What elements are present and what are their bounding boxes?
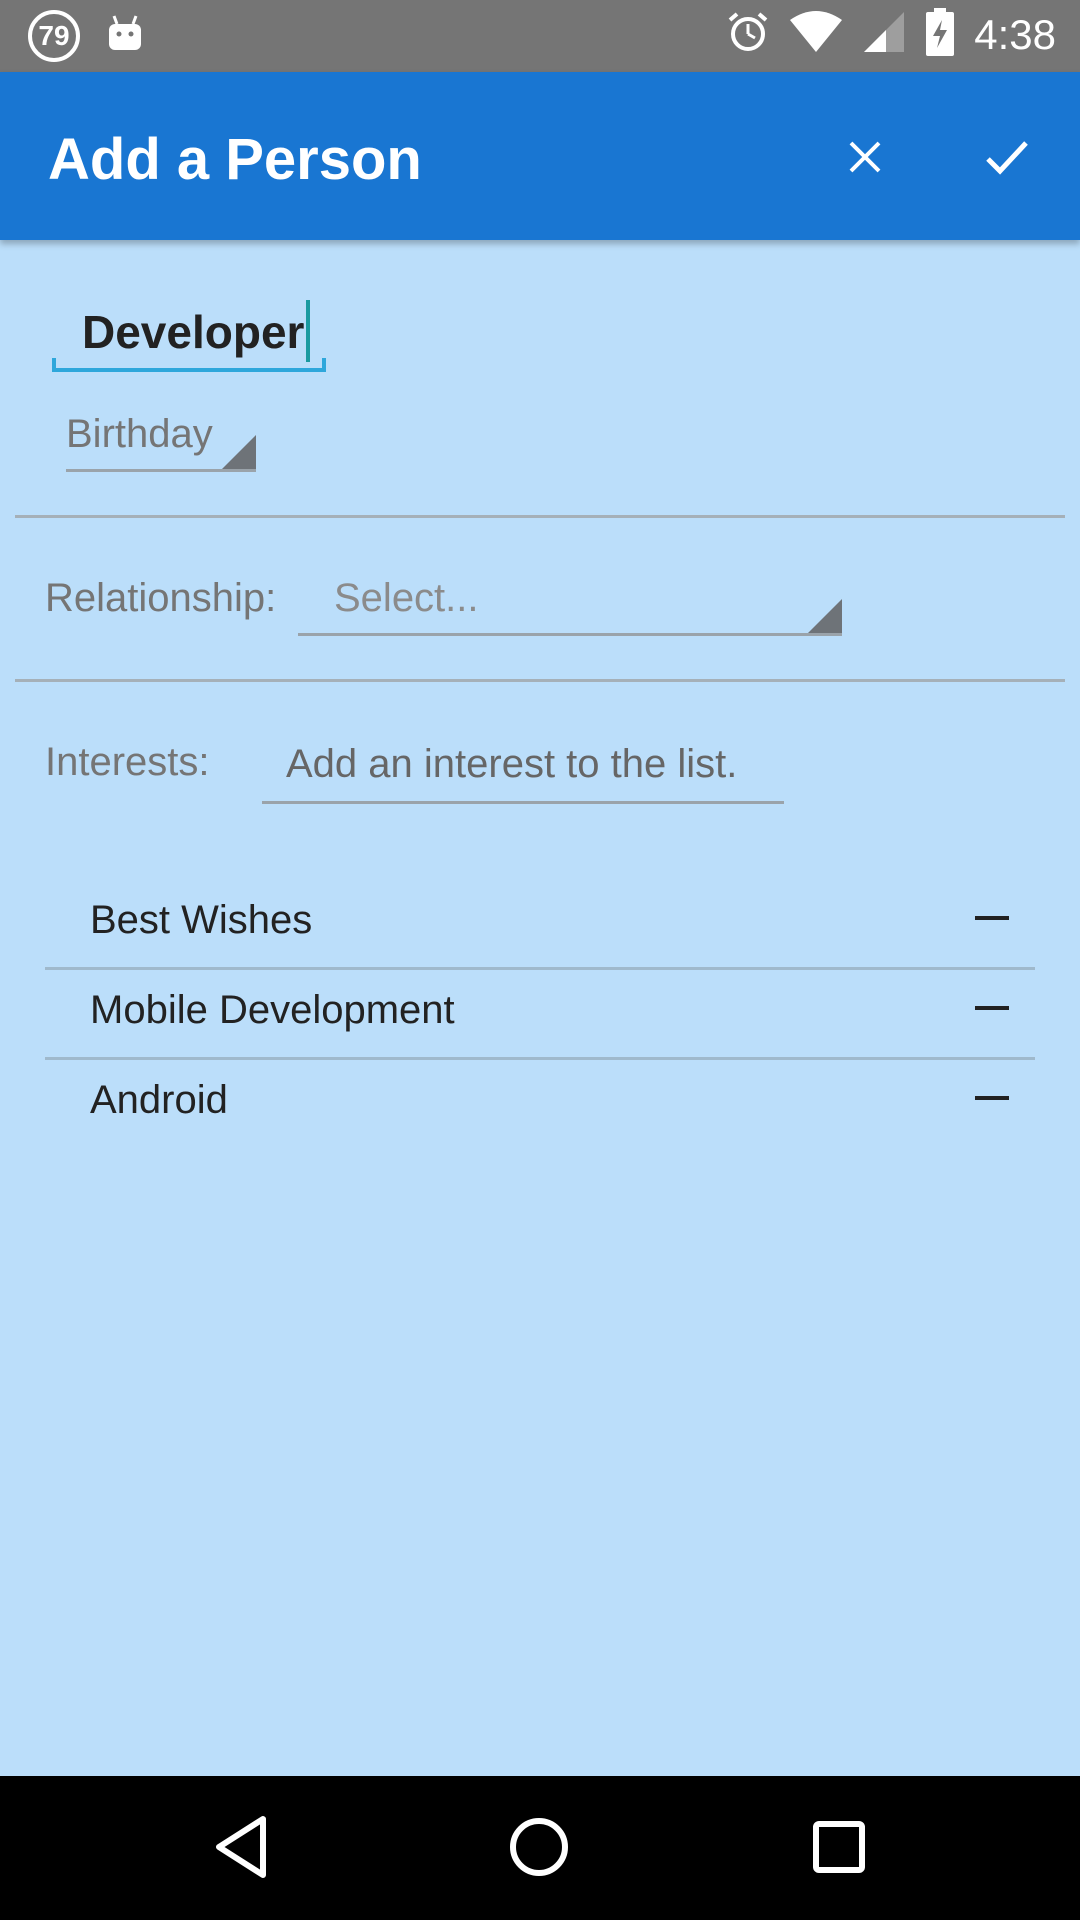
check-icon bbox=[986, 141, 1028, 175]
status-right: 4:38 bbox=[726, 8, 1056, 61]
dropdown-arrow-icon bbox=[808, 599, 842, 633]
interest-label: Android bbox=[90, 1078, 228, 1122]
app-bar: Add a Person bbox=[0, 72, 1080, 240]
relationship-label: Relationship: bbox=[45, 576, 277, 620]
interest-placeholder: Add an interest to the list. bbox=[286, 742, 738, 786]
status-time: 4:38 bbox=[974, 10, 1056, 58]
field-corner bbox=[322, 358, 326, 372]
name-text: Developer bbox=[82, 306, 305, 358]
home-icon bbox=[510, 1818, 568, 1876]
divider bbox=[15, 515, 1065, 518]
list-item: Mobile Development bbox=[45, 970, 1035, 1060]
birthday-dropdown[interactable]: Birthday bbox=[66, 410, 256, 472]
interest-label: Best Wishes bbox=[90, 898, 313, 942]
list-item: Best Wishes bbox=[45, 880, 1035, 970]
interests-label: Interests: bbox=[45, 740, 210, 784]
interest-label: Mobile Development bbox=[90, 988, 455, 1032]
dropdown-arrow-icon bbox=[222, 435, 256, 469]
recents-icon bbox=[813, 1821, 865, 1873]
recents-button[interactable] bbox=[794, 1802, 884, 1892]
remove-interest-button[interactable] bbox=[975, 916, 1009, 920]
list-item: Android bbox=[45, 1060, 1035, 1150]
notification-count-icon: 79 bbox=[28, 10, 80, 62]
interest-input[interactable]: Add an interest to the list. bbox=[262, 738, 784, 804]
divider bbox=[15, 679, 1065, 682]
page-title: Add a Person bbox=[48, 127, 422, 192]
close-button[interactable] bbox=[830, 122, 900, 192]
close-icon bbox=[849, 141, 881, 173]
name-field[interactable]: Developer bbox=[52, 292, 326, 372]
field-corner bbox=[52, 358, 56, 372]
status-bar: 79 4:38 bbox=[0, 0, 1080, 72]
relationship-value: Select... bbox=[334, 576, 479, 620]
battery-charging-icon bbox=[924, 8, 956, 61]
alarm-icon bbox=[726, 10, 770, 59]
birthday-label: Birthday bbox=[66, 412, 213, 456]
signal-icon bbox=[862, 10, 906, 59]
remove-interest-button[interactable] bbox=[975, 1006, 1009, 1010]
name-value: Developer bbox=[82, 300, 311, 362]
remove-interest-button[interactable] bbox=[975, 1096, 1009, 1100]
confirm-button[interactable] bbox=[972, 122, 1042, 192]
back-button[interactable] bbox=[196, 1802, 286, 1892]
back-icon bbox=[216, 1816, 266, 1878]
status-left: 79 bbox=[28, 10, 144, 62]
home-button[interactable] bbox=[494, 1802, 584, 1892]
android-icon bbox=[106, 14, 144, 59]
navigation-bar bbox=[0, 1776, 1080, 1920]
wifi-icon bbox=[788, 10, 844, 59]
relationship-dropdown[interactable]: Select... bbox=[298, 574, 842, 636]
text-cursor bbox=[306, 300, 311, 362]
